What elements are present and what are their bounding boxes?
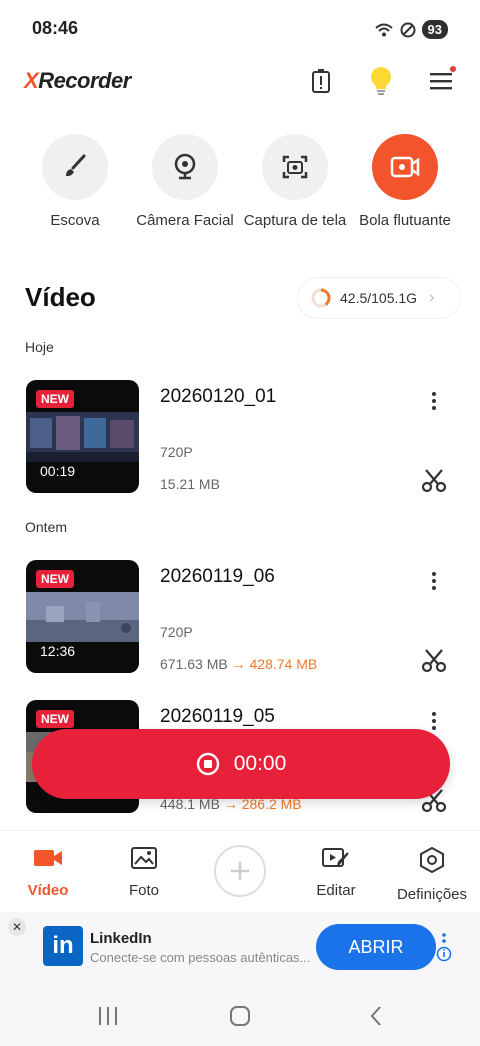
status-icons: 93 bbox=[374, 20, 448, 39]
ad-close-button[interactable]: ✕ bbox=[8, 918, 26, 936]
edit-video-icon bbox=[322, 848, 349, 867]
app-header: XRecorder bbox=[0, 60, 480, 104]
nav-photo[interactable]: Foto bbox=[96, 847, 192, 899]
tips-bulb-button[interactable] bbox=[364, 64, 398, 98]
status-bar: 08:46 93 bbox=[0, 0, 480, 60]
add-button[interactable] bbox=[214, 845, 266, 897]
notification-dot bbox=[450, 66, 456, 72]
ad-open-button[interactable]: ABRIR bbox=[316, 924, 436, 970]
do-not-disturb-icon bbox=[400, 22, 416, 37]
video-size: 15.21 MB bbox=[160, 476, 220, 492]
lightbulb-icon bbox=[371, 67, 391, 95]
video-size: 671.63 MB → 428.74 MB bbox=[160, 656, 318, 672]
wifi-icon bbox=[374, 23, 393, 36]
hamburger-menu-icon bbox=[430, 73, 452, 90]
video-camera-icon bbox=[34, 850, 62, 866]
plus-icon bbox=[231, 862, 249, 880]
video-resolution: 720P bbox=[160, 624, 193, 640]
webcam-icon bbox=[174, 153, 196, 180]
video-thumbnail[interactable]: NEW 12:36 bbox=[26, 560, 139, 673]
more-options-button[interactable] bbox=[422, 386, 446, 416]
video-duration: 00:19 bbox=[40, 463, 76, 479]
video-name: 20260119_05 bbox=[160, 706, 275, 727]
screenshot-icon bbox=[282, 155, 308, 179]
game-thumbnail-image bbox=[26, 412, 139, 462]
group-label-today: Hoje bbox=[25, 339, 54, 355]
storage-ring-icon bbox=[311, 288, 331, 308]
ad-banner[interactable]: ✕ in LinkedIn Conecte-se com pessoas aut… bbox=[0, 912, 480, 986]
section-title: Vídeo bbox=[25, 282, 96, 312]
new-badge: NEW bbox=[36, 710, 74, 728]
tool-floating-ball[interactable]: Bola flutuante bbox=[345, 134, 465, 229]
bottom-nav: Vídeo Foto Editar Definições bbox=[0, 830, 480, 910]
status-time: 08:46 bbox=[32, 18, 79, 38]
photo-icon bbox=[131, 847, 157, 869]
trim-scissors-icon[interactable] bbox=[420, 646, 448, 674]
video-resolution: 720P bbox=[160, 444, 193, 460]
battery-alert-icon bbox=[312, 69, 330, 93]
brush-icon bbox=[66, 154, 86, 177]
recents-button[interactable] bbox=[88, 1000, 128, 1032]
ad-description: Conecte-se com pessoas autênticas... bbox=[90, 950, 311, 965]
back-button[interactable] bbox=[356, 1000, 396, 1032]
tool-brush[interactable]: Escova bbox=[15, 134, 135, 229]
linkedin-logo: in bbox=[43, 926, 83, 966]
video-name: 20260120_01 bbox=[160, 386, 277, 407]
record-button[interactable]: 00:00 bbox=[32, 729, 450, 799]
tool-face-camera[interactable]: Câmera Facial bbox=[125, 134, 245, 229]
video-item[interactable]: NEW 00:19 20260120_01 720P 15.21 MB bbox=[0, 380, 480, 496]
storage-button[interactable]: 42.5/105.1G › bbox=[298, 278, 460, 318]
menu-button[interactable] bbox=[424, 64, 458, 98]
home-button[interactable] bbox=[220, 1000, 260, 1032]
app-logo: XRecorder bbox=[24, 68, 131, 93]
battery-alert-button[interactable] bbox=[304, 64, 338, 98]
tools-row: Escova Câmera Facial Captura de tela Bol… bbox=[0, 134, 480, 234]
home-icon bbox=[230, 1006, 250, 1026]
nav-settings[interactable]: Definições bbox=[384, 846, 480, 903]
recents-icon bbox=[99, 1007, 117, 1025]
system-nav-bar bbox=[0, 986, 480, 1046]
video-duration: 12:36 bbox=[40, 643, 76, 659]
battery-badge: 93 bbox=[421, 20, 448, 39]
video-thumbnail[interactable]: NEW 00:19 bbox=[26, 380, 139, 493]
nav-video[interactable]: Vídeo bbox=[0, 847, 96, 899]
storage-text: 42.5/105.1G bbox=[340, 290, 418, 306]
back-icon bbox=[370, 1006, 381, 1026]
nav-edit[interactable]: Editar bbox=[288, 847, 384, 899]
group-label-yesterday: Ontem bbox=[25, 519, 68, 535]
new-badge: NEW bbox=[36, 390, 74, 408]
trim-scissors-icon[interactable] bbox=[420, 466, 448, 494]
ad-info-icon[interactable] bbox=[436, 932, 452, 967]
ad-title: LinkedIn bbox=[90, 930, 152, 947]
record-timer: 00:00 bbox=[233, 752, 287, 775]
tool-screenshot[interactable]: Captura de tela bbox=[235, 134, 355, 229]
video-name: 20260119_06 bbox=[160, 566, 275, 587]
settings-hex-icon bbox=[420, 846, 444, 874]
more-options-button[interactable] bbox=[422, 566, 446, 596]
record-icon bbox=[196, 752, 219, 776]
game-thumbnail-image bbox=[26, 592, 139, 642]
new-badge: NEW bbox=[36, 570, 74, 588]
video-item[interactable]: NEW 12:36 20260119_06 720P 671.63 MB → 4… bbox=[0, 560, 480, 676]
floating-record-icon bbox=[390, 156, 420, 178]
chevron-right-icon: › bbox=[429, 289, 435, 306]
